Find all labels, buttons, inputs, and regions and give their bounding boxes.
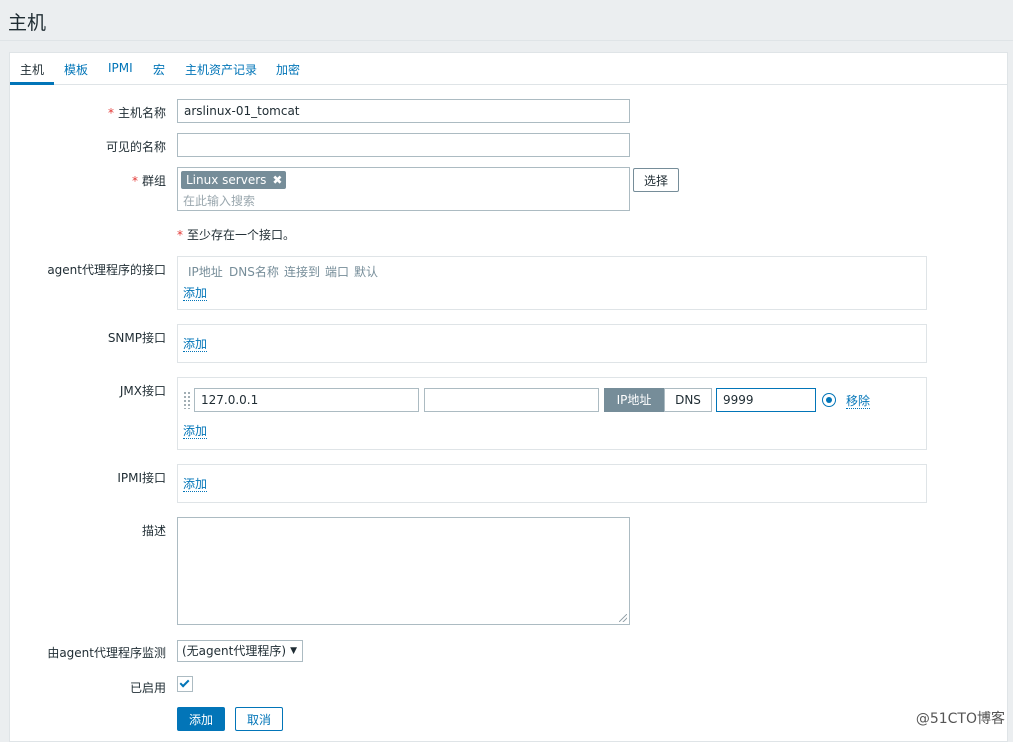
watermark: @51CTO博客 — [915, 711, 1005, 727]
add-agent-interface-link[interactable]: 添加 — [183, 286, 208, 301]
connect-ip-toggle[interactable]: IP地址 — [604, 388, 664, 412]
jmx-ip-input[interactable] — [194, 388, 419, 412]
ipmi-interfaces-label: IPMI接口 — [117, 471, 166, 485]
interface-required-note: * 至少存在一个接口。 — [177, 228, 296, 242]
description-label: 描述 — [141, 524, 166, 538]
tab-macros[interactable]: 宏 — [153, 61, 165, 78]
col-dns: DNS名称 — [229, 265, 279, 279]
chevron-down-icon: ▼ — [290, 646, 297, 656]
proxy-select[interactable]: (无agent代理程序) ▼ — [177, 640, 303, 662]
drag-handle-icon[interactable] — [183, 391, 191, 409]
connect-dns-toggle[interactable]: DNS — [664, 388, 712, 412]
add-ipmi-interface-link[interactable]: 添加 — [183, 477, 208, 492]
snmp-interfaces-box: 添加 — [177, 324, 927, 363]
default-interface-radio[interactable] — [822, 393, 836, 407]
tab-ipmi[interactable]: IPMI — [108, 61, 133, 75]
groups-search-placeholder[interactable]: 在此输入搜索 — [183, 192, 255, 209]
jmx-interfaces-box: IP地址 DNS 移除 添加 — [177, 377, 927, 450]
title-divider — [0, 40, 1013, 41]
agent-interfaces-label: agent代理程序的接口 — [47, 263, 166, 277]
jmx-interfaces-label: JMX接口 — [119, 384, 166, 398]
groups-label: * 群组 — [131, 174, 166, 188]
ipmi-interfaces-box: 添加 — [177, 464, 927, 503]
add-button[interactable]: 添加 — [177, 707, 225, 731]
agent-interfaces-box: IP地址 DNS名称 连接到 端口 默认 添加 — [177, 256, 927, 310]
col-ip: IP地址 — [188, 265, 223, 279]
add-jmx-interface-link[interactable]: 添加 — [183, 424, 208, 439]
close-icon[interactable]: ✖ — [272, 173, 282, 187]
col-port: 端口 — [325, 265, 350, 279]
snmp-interfaces-label: SNMP接口 — [107, 331, 166, 345]
tab-bar: 主机 模板 IPMI 宏 主机资产记录 加密 — [10, 53, 1007, 85]
proxy-label: 由agent代理程序监测 — [47, 646, 166, 660]
groups-multiselect[interactable]: Linux servers ✖ 在此输入搜索 — [177, 167, 630, 211]
description-textarea[interactable] — [177, 517, 630, 625]
remove-jmx-interface-link[interactable]: 移除 — [846, 394, 871, 409]
group-chip-label: Linux servers — [186, 173, 267, 187]
proxy-selected-value: (无agent代理程序) — [182, 644, 287, 658]
select-groups-button[interactable]: 选择 — [633, 168, 680, 192]
tab-encryption[interactable]: 加密 — [276, 61, 300, 78]
tab-inventory[interactable]: 主机资产记录 — [185, 61, 257, 78]
checkmark-icon — [179, 677, 190, 688]
cancel-button[interactable]: 取消 — [235, 707, 283, 731]
tab-templates[interactable]: 模板 — [64, 61, 88, 78]
jmx-port-input[interactable] — [716, 388, 816, 412]
page-title: 主机 — [8, 12, 47, 34]
resize-grip-icon[interactable] — [619, 614, 627, 622]
group-chip: Linux servers ✖ — [181, 171, 287, 189]
active-tab-indicator — [10, 82, 54, 85]
visible-name-input[interactable] — [177, 133, 630, 157]
host-form-panel: 主机 模板 IPMI 宏 主机资产记录 加密 *主机名称 可见的名称 *群组 L… — [9, 52, 1008, 742]
enabled-checkbox[interactable] — [177, 676, 193, 692]
add-snmp-interface-link[interactable]: 添加 — [183, 337, 208, 352]
visible-name-label: 可见的名称 — [105, 140, 166, 154]
host-name-label: * 主机名称 — [107, 106, 166, 120]
enabled-label: 已启用 — [129, 681, 166, 695]
jmx-dns-input[interactable] — [424, 388, 599, 412]
host-name-input[interactable] — [177, 99, 630, 123]
tab-host[interactable]: 主机 — [20, 61, 44, 78]
col-default: 默认 — [354, 265, 379, 279]
col-connect: 连接到 — [284, 265, 321, 279]
